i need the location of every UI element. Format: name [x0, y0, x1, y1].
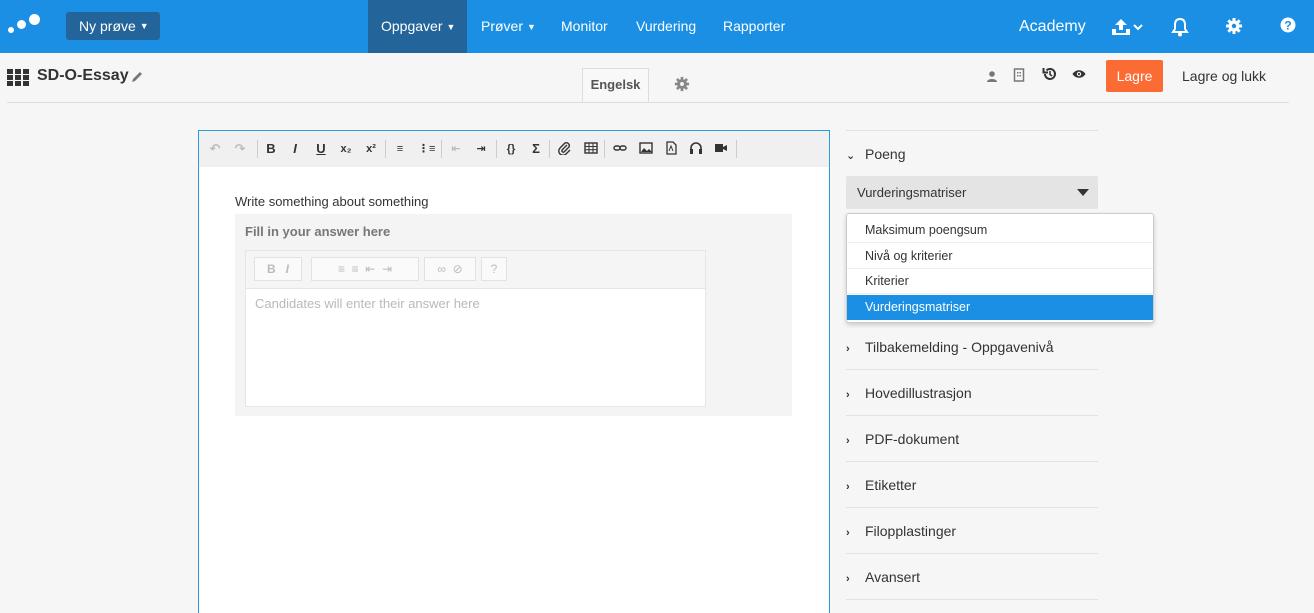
candidate-list-group: ≡ ≡ ⇤ ⇥: [311, 257, 419, 281]
save-and-close-button[interactable]: Lagre og lukk: [1182, 60, 1266, 92]
apps-grid-icon[interactable]: [7, 69, 29, 86]
candidate-format-group: B I: [254, 257, 302, 281]
help-icon[interactable]: ?: [1280, 17, 1300, 37]
candidate-toolbar: B I ≡ ≡ ⇤ ⇥ ∞ ⊘ ?: [246, 251, 705, 289]
divider: [846, 553, 1098, 554]
question-prompt: Write something about something: [235, 194, 429, 209]
option-kriterier[interactable]: Kriterier: [847, 269, 1153, 294]
chevron-right-icon: ›: [846, 343, 850, 355]
new-test-button[interactable]: Ny prøve ▼: [66, 12, 160, 40]
section-filopplastinger[interactable]: › Filopplastinger: [846, 523, 956, 539]
code-braces-icon[interactable]: {}: [503, 141, 519, 157]
upload-icon[interactable]: [1110, 17, 1144, 37]
nav-vurdering[interactable]: Vurdering: [636, 0, 696, 53]
section-avansert[interactable]: › Avansert: [846, 569, 920, 585]
editor-toolbar: ↶ ↷ B I U x₂ x² ≡ ⋮≡ ⇤ ⇥ {} Σ: [199, 131, 829, 167]
bullet-list-icon[interactable]: ⋮≡: [418, 141, 435, 157]
section-hovedillustrasjon[interactable]: › Hovedillustrasjon: [846, 385, 972, 401]
section-poeng[interactable]: ⌄ Poeng: [846, 146, 905, 162]
divider: [846, 599, 1098, 600]
chevron-down-icon: ▼: [139, 21, 149, 31]
undo-icon[interactable]: ↶: [207, 141, 223, 157]
answer-title: Fill in your answer here: [245, 224, 391, 239]
option-maksimum-poengsum[interactable]: Maksimum poengsum: [847, 218, 1153, 243]
bell-icon[interactable]: [1171, 17, 1191, 37]
chevron-down-icon: ▼: [527, 22, 536, 32]
page-title: SD-O-Essay: [37, 67, 129, 84]
scoring-select[interactable]: Vurderingsmatriser: [846, 176, 1098, 209]
user-icon[interactable]: [986, 69, 1000, 83]
scoring-select-value: Vurderingsmatriser: [857, 185, 967, 200]
preview-eye-icon[interactable]: [1072, 67, 1088, 81]
new-test-label: Ny prøve: [79, 18, 136, 34]
underline-icon[interactable]: U: [313, 141, 329, 157]
divider: [846, 130, 1098, 131]
divider: [846, 507, 1098, 508]
video-camera-icon[interactable]: [713, 141, 729, 157]
candidate-help-icon: ?: [481, 257, 507, 281]
divider: [846, 415, 1098, 416]
logo[interactable]: [8, 12, 42, 38]
gear-icon[interactable]: [1225, 17, 1245, 37]
academy-link[interactable]: Academy: [1019, 0, 1086, 53]
section-etiketter[interactable]: › Etiketter: [846, 477, 916, 493]
title-bar: SD-O-Essay Engelsk Lagre Lagre og lukk: [7, 55, 1289, 103]
nav-oppgaver[interactable]: Oppgaver ▼: [368, 0, 467, 53]
bold-icon[interactable]: B: [263, 141, 279, 157]
question-editor[interactable]: ↶ ↷ B I U x₂ x² ≡ ⋮≡ ⇤ ⇥ {} Σ Write some…: [198, 130, 830, 613]
image-icon[interactable]: [638, 141, 654, 157]
headphones-icon[interactable]: [688, 141, 704, 157]
redo-icon[interactable]: ↷: [232, 141, 248, 157]
chevron-down-icon: ▼: [446, 22, 456, 32]
italic-icon[interactable]: I: [287, 141, 303, 157]
nav-monitor[interactable]: Monitor: [561, 0, 608, 53]
chevron-down-icon: ⌄: [846, 150, 856, 162]
candidate-link-group: ∞ ⊘: [424, 257, 476, 281]
nav-prover[interactable]: Prøver ▼: [481, 0, 536, 53]
outdent-icon[interactable]: ⇤: [448, 141, 464, 157]
tab-language[interactable]: Engelsk: [582, 68, 649, 102]
pdf-icon[interactable]: [663, 141, 679, 157]
answer-placeholder: Candidates will enter their answer here: [255, 296, 480, 311]
superscript-icon[interactable]: x²: [363, 141, 379, 157]
nav-rapporter[interactable]: Rapporter: [723, 0, 785, 53]
caret-down-icon: [1077, 189, 1089, 196]
math-sigma-icon[interactable]: Σ: [528, 141, 544, 157]
top-nav: Ny prøve ▼ Oppgaver ▼ Prøver ▼ Monitor Vurd…: [0, 0, 1314, 53]
chevron-right-icon: ›: [846, 527, 850, 539]
pencil-icon[interactable]: [130, 70, 144, 84]
table-icon[interactable]: [583, 141, 599, 157]
divider: [846, 461, 1098, 462]
indent-icon[interactable]: ⇥: [473, 141, 489, 157]
divider: [846, 369, 1098, 370]
chevron-right-icon: ›: [846, 573, 850, 585]
numbered-list-icon[interactable]: ≡: [392, 141, 408, 157]
subscript-icon[interactable]: x₂: [338, 141, 354, 157]
history-icon[interactable]: [1042, 66, 1058, 82]
option-vurderingsmatriser[interactable]: Vurderingsmatriser: [847, 295, 1153, 320]
candidate-answer-editor: B I ≡ ≡ ⇤ ⇥ ∞ ⊘ ? Candidates will enter …: [245, 250, 706, 407]
chevron-right-icon: ›: [846, 389, 850, 401]
section-tilbakemelding[interactable]: › Tilbakemelding - Oppgavenivå: [846, 339, 1054, 355]
save-button[interactable]: Lagre: [1106, 60, 1163, 92]
scoring-dropdown: Maksimum poengsum Nivå og kriterier Krit…: [846, 213, 1154, 323]
section-pdf-dokument[interactable]: › PDF-dokument: [846, 431, 959, 447]
paperclip-icon[interactable]: [556, 141, 572, 157]
chevron-right-icon: ›: [846, 481, 850, 493]
svg-text:?: ?: [1284, 19, 1291, 33]
building-icon[interactable]: [1013, 68, 1027, 82]
link-icon[interactable]: [612, 141, 628, 157]
chevron-right-icon: ›: [846, 435, 850, 447]
settings-gear-icon[interactable]: [674, 76, 690, 92]
option-niva-og-kriterier[interactable]: Nivå og kriterier: [847, 244, 1153, 269]
answer-area: Fill in your answer here B I ≡ ≡ ⇤ ⇥ ∞ ⊘…: [235, 214, 792, 416]
